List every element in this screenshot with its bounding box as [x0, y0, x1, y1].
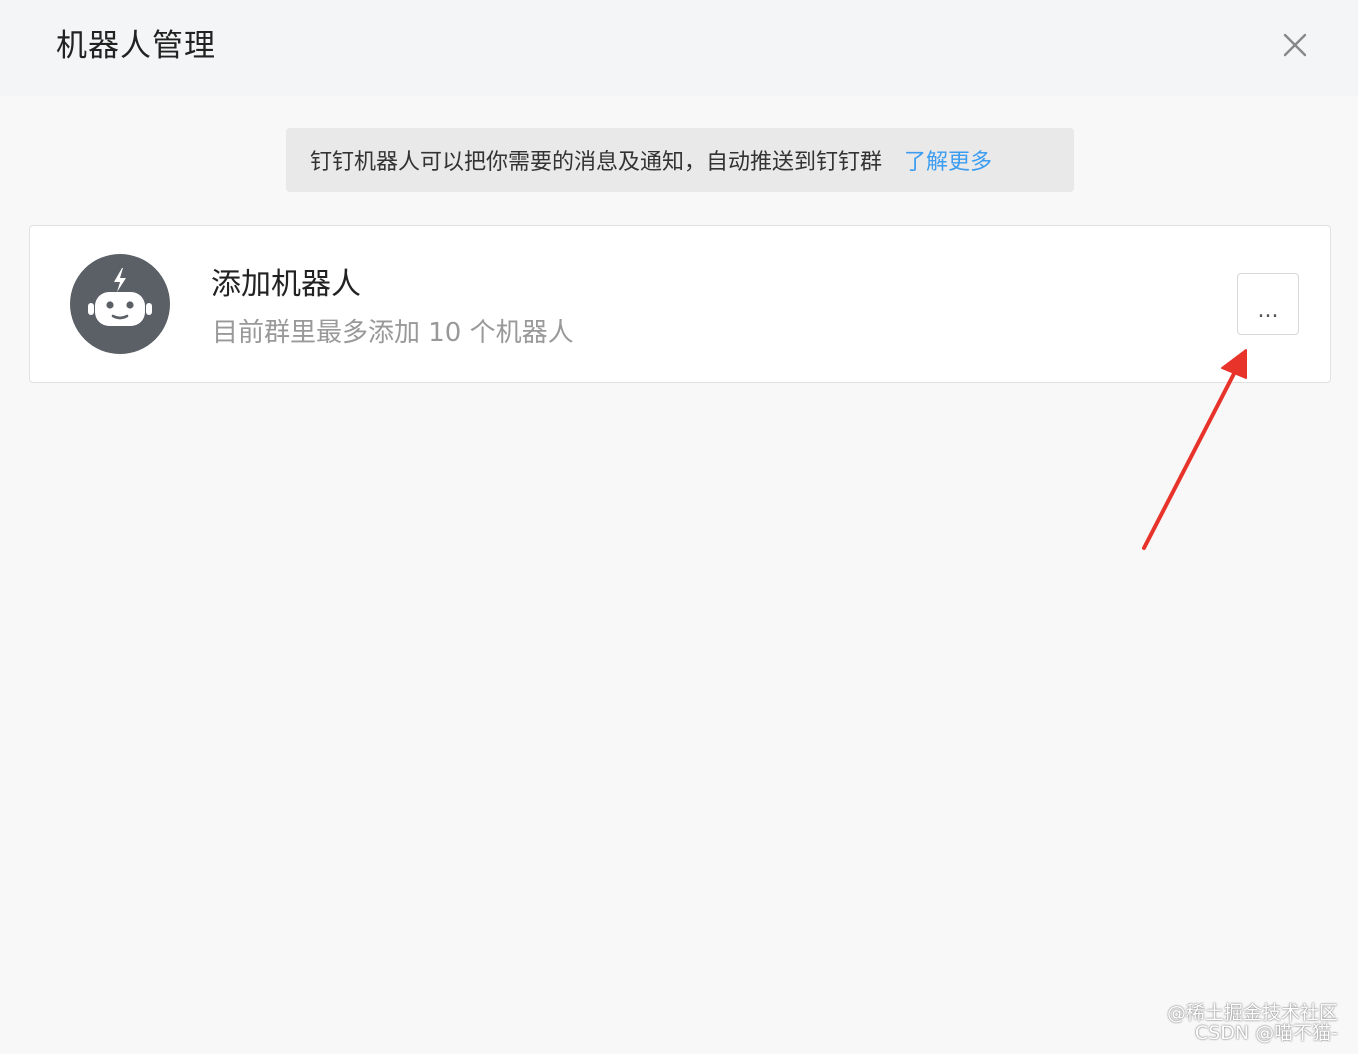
robot-icon: [70, 254, 170, 354]
close-icon: [1283, 33, 1307, 57]
dialog-title: 机器人管理: [56, 28, 216, 64]
learn-more-link[interactable]: 了解更多: [904, 144, 992, 176]
close-button[interactable]: [1276, 26, 1314, 64]
watermark-line-1: @稀土掘金技术社区: [1166, 1002, 1338, 1024]
more-options-label: ...: [1257, 297, 1279, 323]
info-banner: 钉钉机器人可以把你需要的消息及通知，自动推送到钉钉群 了解更多: [286, 128, 1074, 192]
dialog-header: 机器人管理: [0, 0, 1358, 96]
card-subtitle: 目前群里最多添加 10 个机器人: [212, 318, 574, 348]
more-options-button[interactable]: ...: [1237, 273, 1299, 335]
add-robot-card[interactable]: 添加机器人 目前群里最多添加 10 个机器人 ...: [29, 225, 1331, 383]
watermark: @稀土掘金技术社区 CSDN @喵不猫-: [1167, 1003, 1338, 1043]
card-title: 添加机器人: [211, 267, 361, 302]
info-banner-text: 钉钉机器人可以把你需要的消息及通知，自动推送到钉钉群: [310, 150, 883, 175]
robot-avatar: [70, 254, 170, 354]
watermark-line-2: CSDN @喵不猫-: [1194, 1022, 1338, 1044]
